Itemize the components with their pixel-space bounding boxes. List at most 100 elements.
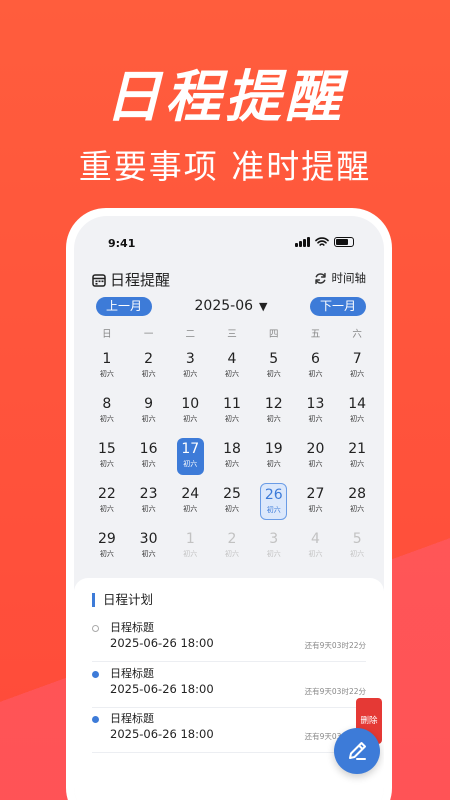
day-number: 2 xyxy=(144,351,154,367)
lunar-date: 初六 xyxy=(350,370,365,378)
calendar-day[interactable]: 2 初六 xyxy=(135,348,162,385)
calendar-day[interactable]: 15 初六 xyxy=(93,438,120,475)
calendar-cell: 22 初六 xyxy=(86,483,128,528)
lunar-date: 初六 xyxy=(266,415,281,423)
calendar-day[interactable]: 7 初六 xyxy=(344,348,371,385)
app-header: 日程提醒 时间轴 xyxy=(92,269,366,291)
schedule-item-title: 日程标题 xyxy=(110,712,154,725)
calendar-day[interactable]: 20 初六 xyxy=(302,438,329,475)
status-dot xyxy=(92,716,99,723)
lunar-date: 初六 xyxy=(266,506,281,514)
schedule-item[interactable]: 日程标题 2025-06-26 18:00 还有9天03时22分 xyxy=(92,664,366,708)
calendar-day[interactable]: 1 初六 xyxy=(177,528,204,565)
caret-down-icon: ▼ xyxy=(259,300,268,313)
lunar-date: 初六 xyxy=(141,370,156,378)
day-number: 28 xyxy=(348,486,367,502)
day-number: 21 xyxy=(348,441,367,457)
calendar-day[interactable]: 27 初六 xyxy=(302,483,329,520)
schedule-panel: 日程计划 日程标题 2025-06-26 18:00 还有9天03时22分 日程… xyxy=(74,578,384,800)
lunar-date: 初六 xyxy=(266,550,281,558)
calendar-cell: 28 初六 xyxy=(336,483,378,528)
schedule-item-datetime: 2025-06-26 18:00 xyxy=(110,636,214,650)
calendar-day[interactable]: 8 初六 xyxy=(93,393,120,430)
status-bar: 9:41 xyxy=(108,237,354,253)
schedule-item-title: 日程标题 xyxy=(110,667,154,680)
timeline-button[interactable]: 时间轴 xyxy=(314,270,366,286)
calendar-day[interactable]: 25 初六 xyxy=(219,483,246,520)
weekday-sun: 日 xyxy=(102,329,112,340)
calendar-cell: 16 初六 xyxy=(128,438,170,483)
calendar-day[interactable]: 11 初六 xyxy=(219,393,246,430)
day-number: 17 xyxy=(181,441,200,457)
lunar-date: 初六 xyxy=(141,550,156,558)
day-number: 5 xyxy=(352,531,362,547)
weekday-thu: 四 xyxy=(268,329,279,340)
lunar-date: 初六 xyxy=(99,505,114,513)
calendar-day[interactable]: 10 初六 xyxy=(177,393,204,430)
promo-subheadline: 重要事项 准时提醒 xyxy=(78,147,372,186)
calendar-day[interactable]: 4 初六 xyxy=(219,348,246,385)
calendar-cell: 7 初六 xyxy=(336,348,378,393)
wifi-icon xyxy=(315,237,329,246)
calendar-day[interactable]: 14 初六 xyxy=(344,393,371,430)
today-day[interactable]: 26 初六 xyxy=(260,483,288,520)
status-dot xyxy=(92,671,99,678)
lunar-date: 初六 xyxy=(308,505,323,513)
lunar-date: 初六 xyxy=(99,415,114,423)
calendar-week: 8 初六 9 初六 10 初六 11 初六 12 初六 13 初六 14 初六 xyxy=(86,393,378,438)
selected-day[interactable]: 17 初六 xyxy=(176,438,204,475)
calendar-cell: 11 初六 xyxy=(211,393,253,438)
calendar-day[interactable]: 3 初六 xyxy=(260,528,287,565)
calendar-day[interactable]: 28 初六 xyxy=(344,483,371,520)
calendar-day[interactable]: 5 初六 xyxy=(344,528,371,565)
calendar-cell: 5 初六 xyxy=(253,348,295,393)
day-number: 12 xyxy=(264,396,283,412)
calendar-day[interactable]: 23 初六 xyxy=(135,483,162,520)
calendar-day[interactable]: 19 初六 xyxy=(260,438,287,475)
app-title: 日程提醒 xyxy=(92,269,170,290)
calendar-day[interactable]: 12 初六 xyxy=(260,393,287,430)
calendar-day[interactable]: 16 初六 xyxy=(135,438,162,475)
schedule-item-datetime: 2025-06-26 18:00 xyxy=(110,727,214,741)
calendar-day[interactable]: 2 初六 xyxy=(219,528,246,565)
lunar-date: 初六 xyxy=(183,370,198,378)
schedule-item[interactable]: 日程标题 2025-06-26 18:00 还有9天03时22分 xyxy=(92,709,366,753)
calendar-cell: 2 初六 xyxy=(128,348,170,393)
day-number: 5 xyxy=(269,351,279,367)
calendar-cell: 9 初六 xyxy=(128,393,170,438)
day-number: 16 xyxy=(139,441,158,457)
schedule-item[interactable]: 日程标题 2025-06-26 18:00 还有9天03时22分 xyxy=(92,618,366,662)
calendar-day[interactable]: 4 初六 xyxy=(302,528,329,565)
calendar-day[interactable]: 3 初六 xyxy=(177,348,204,385)
lunar-date: 初六 xyxy=(99,460,114,468)
calendar-day[interactable]: 5 初六 xyxy=(260,348,287,385)
calendar-cell: 3 初六 xyxy=(253,528,295,573)
lunar-date: 初六 xyxy=(225,370,240,378)
calendar-day[interactable]: 9 初六 xyxy=(135,393,162,430)
lunar-date: 初六 xyxy=(308,460,323,468)
calendar-day[interactable]: 29 初六 xyxy=(93,528,120,565)
calendar-day[interactable]: 24 初六 xyxy=(177,483,204,520)
lunar-date: 初六 xyxy=(183,550,198,558)
calendar-day[interactable]: 6 初六 xyxy=(302,348,329,385)
calendar-day[interactable]: 13 初六 xyxy=(302,393,329,430)
calendar-day[interactable]: 22 初六 xyxy=(93,483,120,520)
add-schedule-button[interactable] xyxy=(334,728,380,774)
calendar-cell: 19 初六 xyxy=(253,438,295,483)
calendar-day[interactable]: 1 初六 xyxy=(93,348,120,385)
lunar-date: 初六 xyxy=(308,415,323,423)
calendar-cell: 6 初六 xyxy=(295,348,337,393)
calendar-day[interactable]: 21 初六 xyxy=(344,438,371,475)
lunar-date: 初六 xyxy=(141,460,156,468)
calendar-day[interactable]: 30 初六 xyxy=(135,528,162,565)
pencil-icon xyxy=(349,742,366,760)
calendar-cell: 26 初六 xyxy=(253,483,295,528)
day-number: 25 xyxy=(223,486,241,502)
day-number: 9 xyxy=(144,396,154,412)
status-time: 9:41 xyxy=(108,237,136,250)
next-month-button[interactable]: 下一月 xyxy=(310,297,366,316)
lunar-date: 初六 xyxy=(266,460,281,468)
calendar-cell: 1 初六 xyxy=(169,528,211,573)
calendar-day[interactable]: 18 初六 xyxy=(219,438,246,475)
lunar-date: 初六 xyxy=(350,505,365,513)
